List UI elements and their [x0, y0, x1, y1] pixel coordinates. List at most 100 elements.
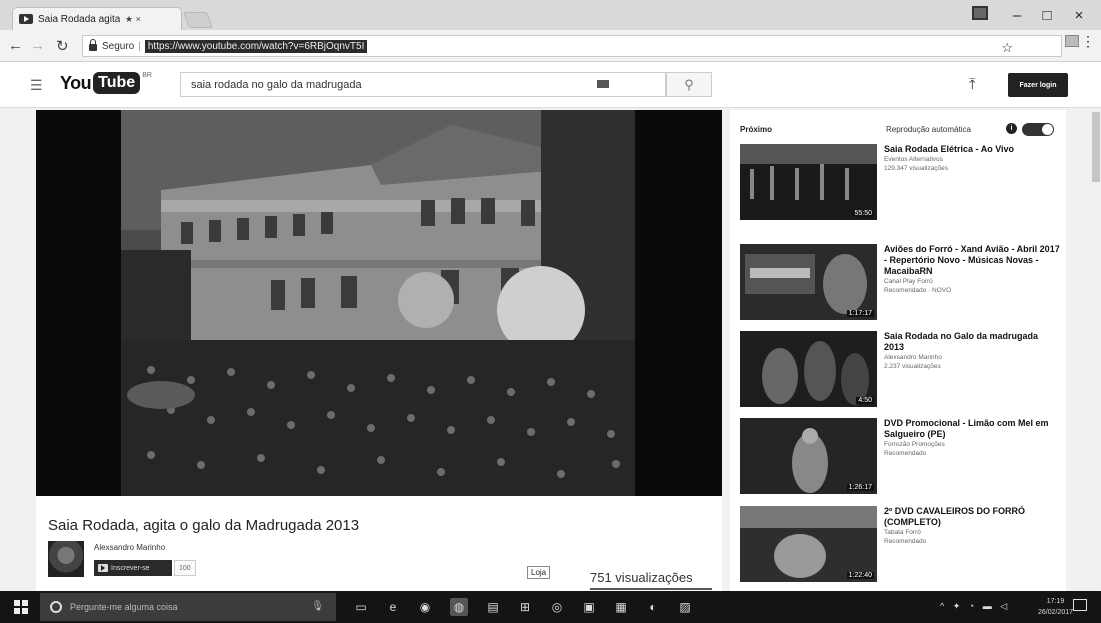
- autoplay-label: Reprodução automática: [886, 125, 971, 134]
- windows-start-icon[interactable]: [14, 600, 28, 614]
- tab-close-icon[interactable]: ★ ×: [125, 14, 141, 25]
- subscribe-label: Inscrever-se: [111, 564, 150, 572]
- related-video-title[interactable]: Aviões do Forró - Xand Avião - Abril 201…: [884, 244, 1060, 277]
- tab-title: Saia Rodada agita o: [38, 13, 120, 25]
- video-meta: Saia Rodada no Galo da madrugada 2013 Al…: [884, 331, 1060, 371]
- page-scrollbar[interactable]: [1091, 108, 1101, 591]
- profile-icon[interactable]: [972, 6, 988, 20]
- media-icon[interactable]: ◎: [548, 598, 566, 616]
- new-tab-button[interactable]: [183, 12, 213, 28]
- related-sidebar: Próximo Reprodução automática i 55:50 Sa…: [730, 110, 1066, 591]
- chrome-icon[interactable]: ◍: [450, 598, 468, 616]
- edge-browser-icon[interactable]: e: [384, 598, 402, 616]
- search-button[interactable]: ⚲: [666, 72, 712, 97]
- video-thumbnail[interactable]: 1:26:17: [740, 418, 877, 494]
- youtube-logo[interactable]: You Tube BR: [60, 72, 152, 94]
- app5-icon[interactable]: ▨: [676, 598, 694, 616]
- app3-icon[interactable]: ▦: [612, 598, 630, 616]
- thumbnail-image: [740, 418, 877, 494]
- sign-in-button[interactable]: Fazer login: [1008, 73, 1068, 97]
- reload-icon[interactable]: ↻: [56, 37, 69, 55]
- app2-icon[interactable]: ▣: [580, 598, 598, 616]
- video-meta: 2º DVD CAVALEIROS DO FORRÓ (COMPLETO) Ta…: [884, 506, 1060, 546]
- youtube-header: ☰ You Tube BR saia rodada no galo da mad…: [0, 62, 1101, 108]
- video-title: Saia Rodada, agita o galo da Madrugada 2…: [48, 517, 360, 534]
- browser-tab[interactable]: Saia Rodada agita o ★ ×: [12, 7, 182, 30]
- minimize-button[interactable]: –: [1002, 4, 1032, 26]
- info-icon[interactable]: i: [1006, 123, 1017, 134]
- close-window-button[interactable]: ×: [1064, 4, 1094, 26]
- scrollbar-thumb[interactable]: [1092, 112, 1100, 182]
- video-player[interactable]: [36, 110, 722, 496]
- app4-icon[interactable]: ◐: [644, 598, 662, 616]
- address-separator: |: [138, 40, 141, 52]
- forward-arrow-icon[interactable]: →: [30, 37, 45, 54]
- browser-menu-icon[interactable]: ⋮: [1081, 33, 1095, 50]
- search-icon: ⚲: [684, 76, 694, 92]
- toggle-knob: [1042, 124, 1053, 135]
- video-thumbnail[interactable]: 1:22:40: [740, 506, 877, 582]
- related-video-views: Recomendado: [884, 450, 927, 457]
- video-meta: DVD Promocional - Limão com Mel em Salgu…: [884, 418, 1060, 458]
- store-icon[interactable]: ⊞: [516, 598, 534, 616]
- related-video-item[interactable]: 1:22:40 2º DVD CAVALEIROS DO FORRÓ (COMP…: [740, 506, 1060, 582]
- browser-titlebar: Saia Rodada agita o ★ × – □ ×: [0, 0, 1101, 30]
- channel-name[interactable]: Alexsandro Marinho: [94, 543, 165, 552]
- subscribe-button[interactable]: Inscrever-se: [94, 560, 172, 576]
- related-video-title[interactable]: DVD Promocional - Limão com Mel em Salgu…: [884, 418, 1060, 440]
- video-duration: 55:50: [852, 210, 874, 217]
- related-video-item[interactable]: 4:50 Saia Rodada no Galo da madrugada 20…: [740, 331, 1060, 407]
- video-thumbnail[interactable]: 55:50: [740, 144, 877, 220]
- app-icon[interactable]: ◉: [416, 598, 434, 616]
- autoplay-toggle[interactable]: [1022, 123, 1054, 136]
- keyboard-icon[interactable]: [597, 80, 609, 88]
- related-video-channel: Alexsandro Marinho: [884, 354, 942, 361]
- extension-icon[interactable]: [1065, 35, 1079, 47]
- related-video-title[interactable]: Saia Rodada Elétrica - Ao Vivo: [884, 144, 1060, 155]
- video-thumbnail[interactable]: 4:50: [740, 331, 877, 407]
- logo-tube: Tube: [93, 72, 141, 94]
- windows-taskbar: Pergunte-me alguma coisa 🎙 ▭ e ◉ ◍ ▤ ⊞ ◎…: [0, 591, 1101, 623]
- taskbar-search-input[interactable]: Pergunte-me alguma coisa 🎙: [40, 593, 336, 621]
- cortana-icon: [50, 601, 62, 613]
- related-video-item[interactable]: 1:26:17 DVD Promocional - Limão com Mel …: [740, 418, 1060, 494]
- channel-avatar[interactable]: [48, 541, 84, 577]
- taskbar-clock[interactable]: 17:19 26/02/2017: [1038, 596, 1073, 618]
- tooltip: Loja: [527, 566, 551, 579]
- video-meta: Saia Rodada Elétrica - Ao Vivo Eventos A…: [884, 144, 1060, 173]
- thumbnail-image: [740, 144, 877, 220]
- youtube-play-icon: [98, 564, 108, 572]
- maximize-button[interactable]: □: [1032, 4, 1062, 26]
- thumbnail-image: [740, 506, 877, 582]
- file-explorer-icon[interactable]: ▤: [484, 598, 502, 616]
- upload-icon[interactable]: ⤒: [969, 76, 976, 93]
- video-duration: 4:50: [856, 397, 874, 404]
- related-video-item[interactable]: 55:50 Saia Rodada Elétrica - Ao Vivo Eve…: [740, 144, 1060, 220]
- notification-icon[interactable]: [1073, 599, 1087, 611]
- related-video-views: Recomendado · NOVO: [884, 287, 952, 294]
- screen: Saia Rodada agita o ★ × – □ × ← → ↻ Segu…: [0, 0, 1101, 623]
- video-meta: Aviões do Forró - Xand Avião - Abril 201…: [884, 244, 1060, 295]
- system-tray-icons[interactable]: ^ ✦ ◔ ▬ ◁: [940, 601, 1010, 612]
- video-frame[interactable]: [121, 110, 635, 496]
- related-video-channel: Canal Play Forró: [884, 278, 933, 285]
- related-video-channel: Forrozão Promoções: [884, 441, 945, 448]
- hamburger-menu-icon[interactable]: ☰: [30, 77, 43, 94]
- related-video-title[interactable]: 2º DVD CAVALEIROS DO FORRÓ (COMPLETO): [884, 506, 1060, 528]
- address-bar[interactable]: Seguro | https://www.youtube.com/watch?v…: [82, 35, 1062, 57]
- microphone-icon[interactable]: 🎙: [311, 601, 324, 612]
- logo-you: You: [60, 72, 92, 93]
- video-thumbnail[interactable]: 1:17:17: [740, 244, 877, 320]
- video-info: Saia Rodada, agita o galo da Madrugada 2…: [36, 496, 722, 591]
- url-text[interactable]: https://www.youtube.com/watch?v=6RBjOqnv…: [144, 39, 368, 53]
- related-video-title[interactable]: Saia Rodada no Galo da madrugada 2013: [884, 331, 1060, 353]
- search-input[interactable]: saia rodada no galo da madrugada: [180, 72, 666, 97]
- related-video-item[interactable]: 1:17:17 Aviões do Forró - Xand Avião - A…: [740, 244, 1060, 320]
- youtube-favicon-icon: [19, 14, 33, 24]
- task-view-icon[interactable]: ▭: [352, 598, 370, 616]
- video-duration: 1:26:17: [846, 484, 874, 491]
- back-arrow-icon[interactable]: ←: [8, 37, 23, 54]
- browser-toolbar: ← → ↻ Seguro | https://www.youtube.com/w…: [0, 30, 1101, 62]
- related-video-channel: Tabata Forró: [884, 529, 921, 536]
- bookmark-star-icon[interactable]: ☆: [1001, 40, 1013, 56]
